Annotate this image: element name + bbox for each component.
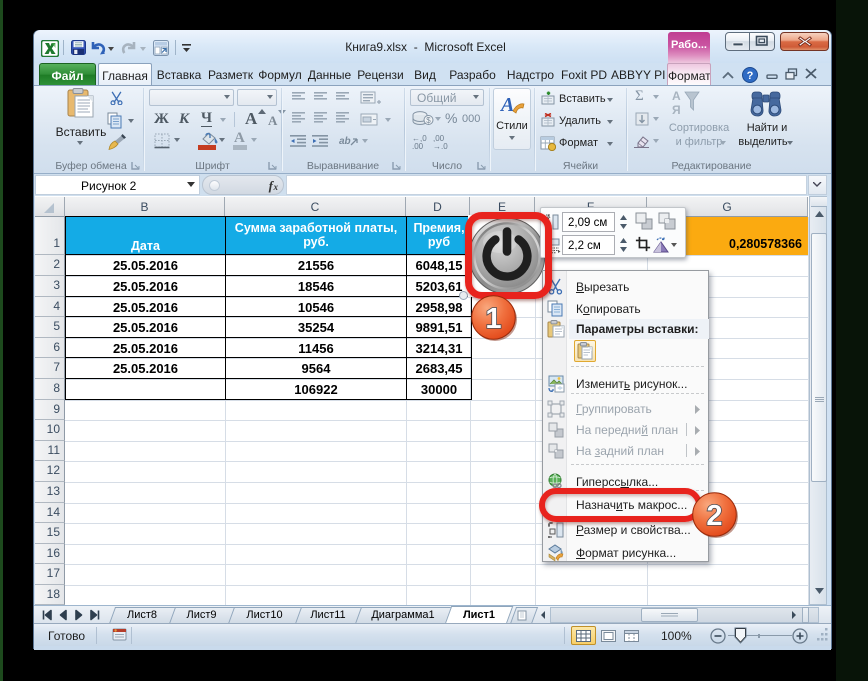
svg-text:Я: Я (672, 103, 681, 117)
svg-text:А: А (672, 89, 681, 103)
svg-text:2: 2 (706, 500, 722, 532)
svg-text:A: A (499, 94, 514, 116)
svg-text:→,0: →,0 (433, 142, 448, 149)
svg-text:?: ? (747, 70, 754, 82)
svg-text:ab: ab (339, 136, 351, 147)
svg-text:,00: ,00 (412, 142, 424, 149)
svg-text:$: $ (426, 116, 431, 125)
svg-text:1: 1 (485, 303, 501, 335)
